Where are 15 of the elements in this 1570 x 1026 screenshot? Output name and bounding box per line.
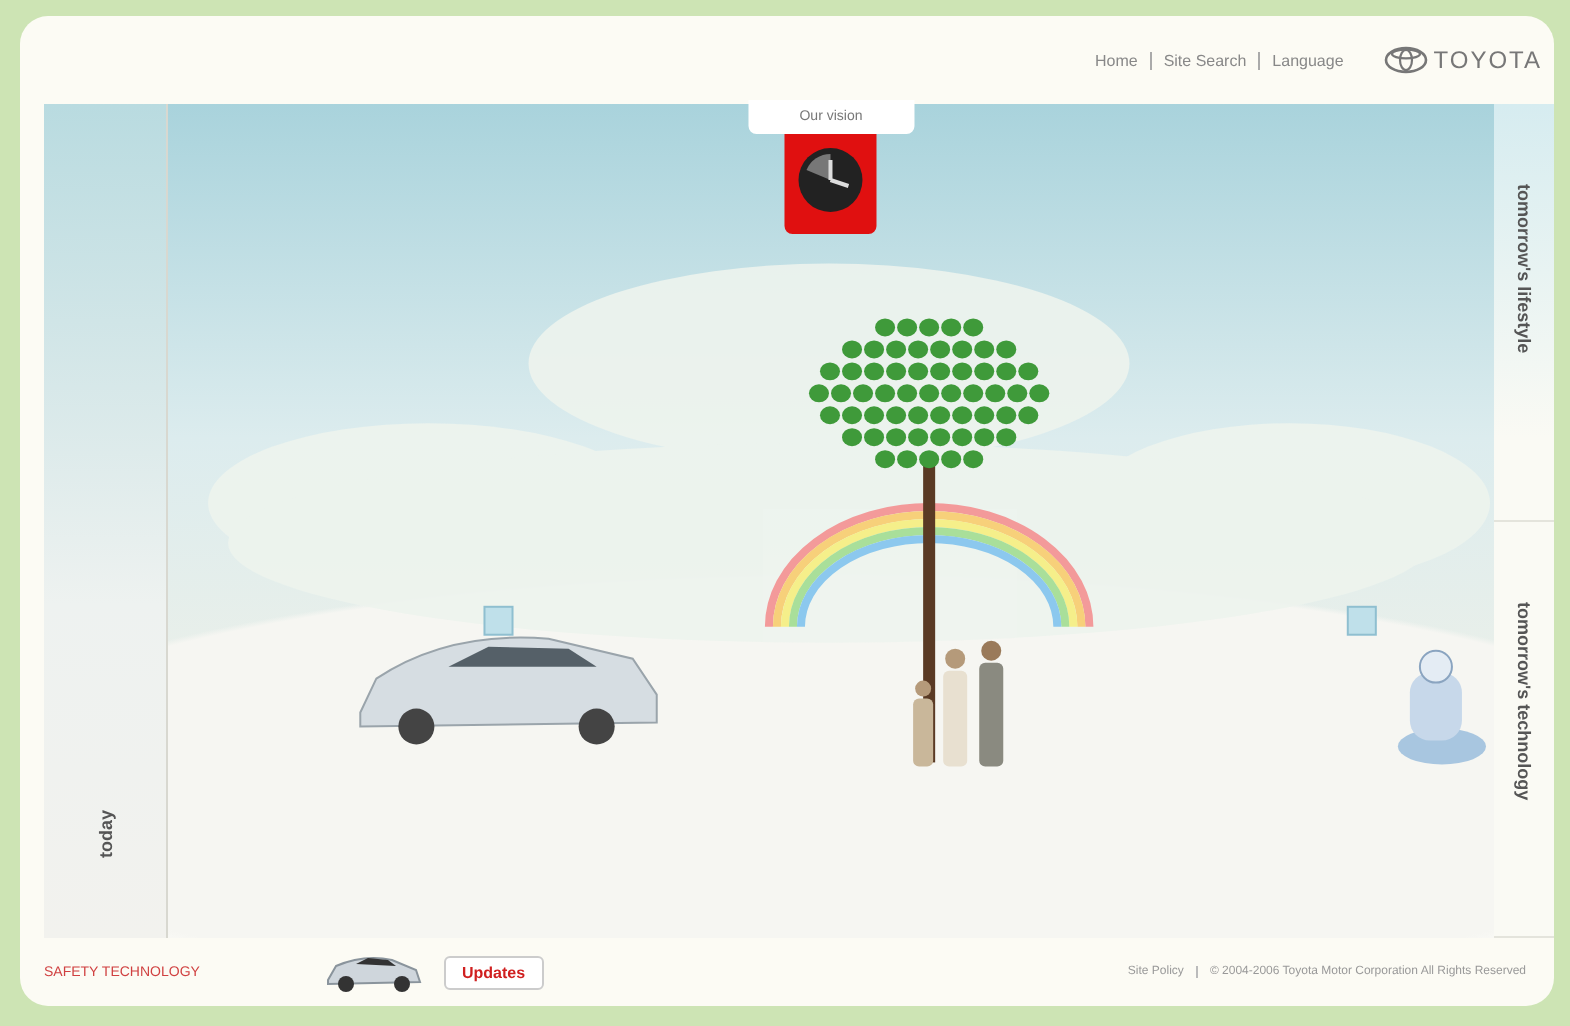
side-tab[interactable]: tomorrow's technology [1494,521,1554,938]
today-tab[interactable]: today [44,104,168,938]
updates-button[interactable]: Updates [444,955,544,989]
clock-badge[interactable] [785,134,877,234]
clock-icon [797,146,865,214]
info-icon[interactable] [483,605,514,636]
header-link[interactable]: Home [1082,51,1150,69]
robot-drawing [1397,649,1486,765]
header-link[interactable]: Site Search [1149,51,1259,69]
side-tab[interactable]: tomorrow's lifestyle [1494,104,1554,521]
info-icon[interactable] [1346,605,1377,636]
header-link[interactable]: Language [1258,51,1356,69]
brand-logo[interactable]: TOYOTA [1383,46,1542,74]
family-drawing [913,640,1004,767]
emblem-icon [1383,46,1428,74]
